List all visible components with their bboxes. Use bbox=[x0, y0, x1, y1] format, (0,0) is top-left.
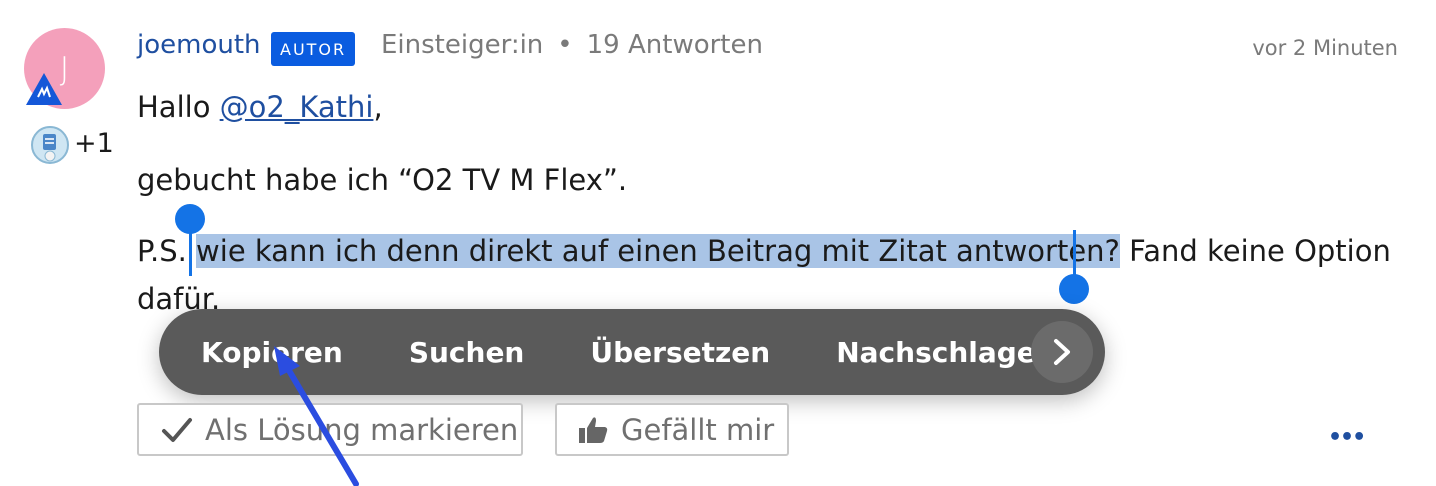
greeting-suffix: , bbox=[373, 90, 383, 124]
role-badge: AUTOR bbox=[271, 32, 356, 66]
author-username[interactable]: joemouth bbox=[137, 30, 261, 60]
more-options-icon[interactable]: ••• bbox=[1328, 425, 1366, 450]
award-icon bbox=[31, 126, 69, 164]
like-label: Gefällt mir bbox=[621, 412, 775, 447]
awards-count[interactable]: +1 bbox=[74, 128, 114, 159]
body-line-booking: gebucht habe ich “O2 TV M Flex”. bbox=[137, 163, 628, 197]
mention-link[interactable]: @o2_Kathi bbox=[220, 90, 374, 124]
body-line-ps: P.S. wie kann ich denn direkt auf einen … bbox=[137, 234, 1391, 268]
ps-rest: Fand keine Option bbox=[1119, 234, 1391, 268]
author-rank: Einsteiger:in bbox=[381, 30, 544, 60]
checkmark-icon bbox=[162, 417, 192, 442]
greeting-line: Hallo @o2_Kathi, bbox=[137, 90, 383, 124]
selected-text[interactable]: wie kann ich denn direkt auf einen Beitr… bbox=[196, 234, 1120, 268]
info-separator: • bbox=[557, 30, 573, 60]
chevron-right-icon bbox=[1054, 339, 1070, 365]
selection-start-caret bbox=[189, 224, 192, 276]
post-timestamp: vor 2 Minuten bbox=[1252, 36, 1398, 60]
author-replies: 19 Antworten bbox=[586, 30, 763, 60]
menu-next-button[interactable] bbox=[1031, 321, 1093, 383]
selection-end-handle[interactable] bbox=[1059, 274, 1089, 304]
like-button[interactable]: Gefällt mir bbox=[555, 403, 789, 456]
author-info: Einsteiger:in • 19 Antworten bbox=[381, 30, 763, 60]
greeting-prefix: Hallo bbox=[137, 90, 220, 124]
rank-badge-icon bbox=[26, 73, 62, 105]
thumbs-up-icon bbox=[579, 416, 608, 443]
ps-prefix: P.S. bbox=[137, 234, 197, 268]
annotation-arrow-icon bbox=[274, 346, 359, 486]
menu-item-translate[interactable]: Übersetzen bbox=[557, 336, 803, 369]
menu-item-search[interactable]: Suchen bbox=[376, 336, 558, 369]
